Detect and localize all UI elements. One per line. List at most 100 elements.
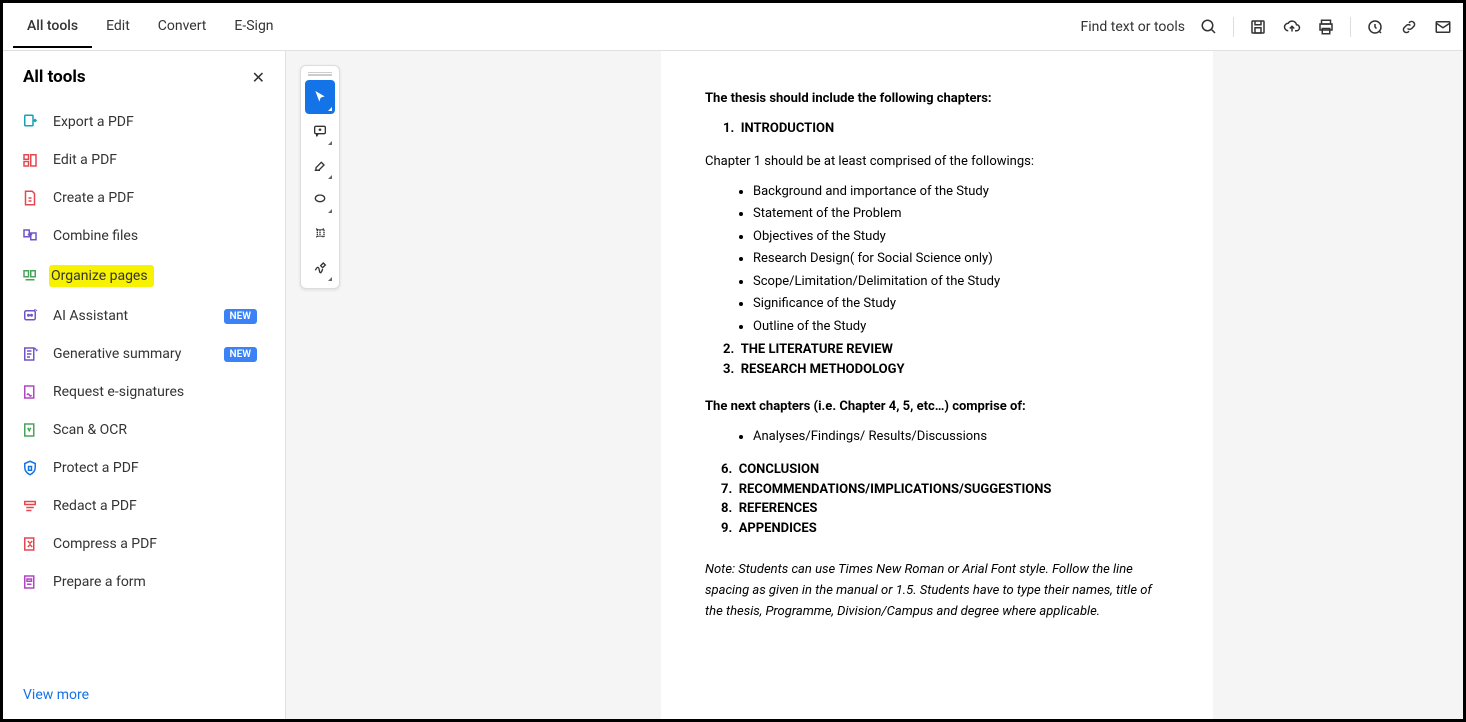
list-item: Research Design( for Social Science only… (753, 249, 1169, 269)
divider (1350, 17, 1351, 37)
top-menu-bar: All tools Edit Convert E-Sign Find text … (3, 3, 1463, 51)
tool-prepare-form[interactable]: Prepare a form (21, 563, 267, 601)
drag-handle-icon[interactable] (308, 72, 332, 76)
doc-note: Note: Students can use Times New Roman o… (705, 560, 1169, 622)
tool-label: AI Assistant (53, 308, 128, 324)
all-tools-panel: All tools ✕ Export a PDF Edit a PDF Crea… (3, 51, 286, 719)
text-select-tool-icon[interactable] (305, 216, 335, 250)
create-pdf-icon (21, 189, 39, 207)
tab-esign[interactable]: E-Sign (220, 6, 287, 48)
chapter-title: REFERENCES (739, 501, 818, 516)
doc-heading: The thesis should include the following … (705, 89, 1169, 109)
comment-tool-icon[interactable] (305, 114, 335, 148)
export-pdf-icon (21, 113, 39, 131)
chapter-title: CONCLUSION (739, 462, 819, 477)
chapter-title: RECOMMENDATIONS/IMPLICATIONS/SUGGESTIONS (739, 482, 1052, 497)
tool-compress-pdf[interactable]: Compress a PDF (21, 525, 267, 563)
tool-ai-assistant[interactable]: AI Assistant NEW (21, 297, 267, 335)
list-num: 1. (723, 121, 734, 136)
pdf-page[interactable]: The thesis should include the following … (661, 51, 1213, 719)
chapter-title: RESEARCH METHODOLOGY (741, 362, 905, 377)
bullet-list: Analyses/Findings/ Results/Discussions (705, 427, 1169, 447)
doc-text: Chapter 1 should be at least comprised o… (705, 152, 1169, 172)
tool-label: Create a PDF (53, 190, 134, 206)
list-item: Objectives of the Study (753, 227, 1169, 247)
list-num: 3. (723, 362, 734, 377)
tool-label: Scan & OCR (53, 422, 127, 438)
doc-heading: The next chapters (i.e. Chapter 4, 5, et… (705, 397, 1169, 417)
find-label: Find text or tools (1081, 19, 1186, 35)
chapter-title: APPENDICES (739, 521, 817, 536)
tool-export-pdf[interactable]: Export a PDF (21, 103, 267, 141)
compress-pdf-icon (21, 535, 39, 553)
tab-edit[interactable]: Edit (92, 6, 144, 48)
tool-redact-pdf[interactable]: Redact a PDF (21, 487, 267, 525)
tool-organize-pages[interactable]: Organize pages (21, 255, 267, 297)
tool-combine-files[interactable]: Combine files (21, 217, 267, 255)
ai-assistant-icon (21, 307, 39, 325)
tool-label: Edit a PDF (53, 152, 117, 168)
list-num: 6. (721, 462, 732, 477)
tool-protect-pdf[interactable]: Protect a PDF (21, 449, 267, 487)
tab-all-tools[interactable]: All tools (13, 6, 92, 48)
tool-label: Organize pages (49, 265, 154, 287)
list-item: Significance of the Study (753, 294, 1169, 314)
list-item: Background and importance of the Study (753, 182, 1169, 202)
sign-tool-icon[interactable] (305, 250, 335, 284)
chapter-title: INTRODUCTION (741, 121, 834, 136)
tool-label: Compress a PDF (53, 536, 157, 552)
search-icon[interactable] (1199, 17, 1219, 37)
list-num: 2. (723, 342, 734, 357)
tool-label: Prepare a form (53, 574, 146, 590)
tool-request-esignatures[interactable]: Request e-signatures (21, 373, 267, 411)
draw-tool-icon[interactable] (305, 182, 335, 216)
tool-label: Protect a PDF (53, 460, 139, 476)
tool-label: Combine files (53, 228, 138, 244)
cloud-upload-icon[interactable] (1282, 17, 1302, 37)
tool-generative-summary[interactable]: Generative summary NEW (21, 335, 267, 373)
print-icon[interactable] (1316, 17, 1336, 37)
list-num: 9. (721, 521, 732, 536)
main-area: All tools ✕ Export a PDF Edit a PDF Crea… (3, 51, 1463, 719)
list-num: 7. (721, 482, 732, 497)
esignature-icon (21, 383, 39, 401)
tool-edit-pdf[interactable]: Edit a PDF (21, 141, 267, 179)
highlight-tool-icon[interactable] (305, 148, 335, 182)
tool-label: Redact a PDF (53, 498, 137, 514)
divider (1233, 17, 1234, 37)
chapter-title: THE LITERATURE REVIEW (741, 342, 893, 357)
scan-ocr-icon (21, 421, 39, 439)
tool-label: Export a PDF (53, 114, 134, 130)
close-panel-icon[interactable]: ✕ (252, 68, 265, 87)
list-item: Analyses/Findings/ Results/Discussions (753, 427, 1169, 447)
floating-toolbar[interactable] (300, 65, 340, 289)
tab-convert[interactable]: Convert (144, 6, 221, 48)
list-item: Scope/Limitation/Delimitation of the Stu… (753, 272, 1169, 292)
tool-list: Export a PDF Edit a PDF Create a PDF Com… (3, 97, 285, 677)
new-badge: NEW (224, 309, 258, 324)
protect-pdf-icon (21, 459, 39, 477)
sidebar-header: All tools ✕ (3, 67, 285, 97)
document-canvas: The thesis should include the following … (286, 51, 1463, 719)
link-icon[interactable] (1399, 17, 1419, 37)
redact-pdf-icon (21, 497, 39, 515)
save-icon[interactable] (1248, 17, 1268, 37)
topbar-actions: Find text or tools (1081, 17, 1454, 37)
list-item: Statement of the Problem (753, 204, 1169, 224)
tool-create-pdf[interactable]: Create a PDF (21, 179, 267, 217)
ai-assist-icon[interactable] (1365, 17, 1385, 37)
view-more-link[interactable]: View more (3, 677, 285, 703)
mail-icon[interactable] (1433, 17, 1453, 37)
list-item: Outline of the Study (753, 317, 1169, 337)
edit-pdf-icon (21, 151, 39, 169)
bullet-list: Background and importance of the Study S… (705, 182, 1169, 337)
tool-scan-ocr[interactable]: Scan & OCR (21, 411, 267, 449)
sidebar-title: All tools (23, 67, 86, 87)
combine-files-icon (21, 227, 39, 245)
select-tool-icon[interactable] (305, 80, 335, 114)
organize-pages-icon (21, 267, 39, 285)
tool-label: Request e-signatures (53, 384, 184, 400)
generative-summary-icon (21, 345, 39, 363)
prepare-form-icon (21, 573, 39, 591)
list-num: 8. (721, 501, 732, 516)
